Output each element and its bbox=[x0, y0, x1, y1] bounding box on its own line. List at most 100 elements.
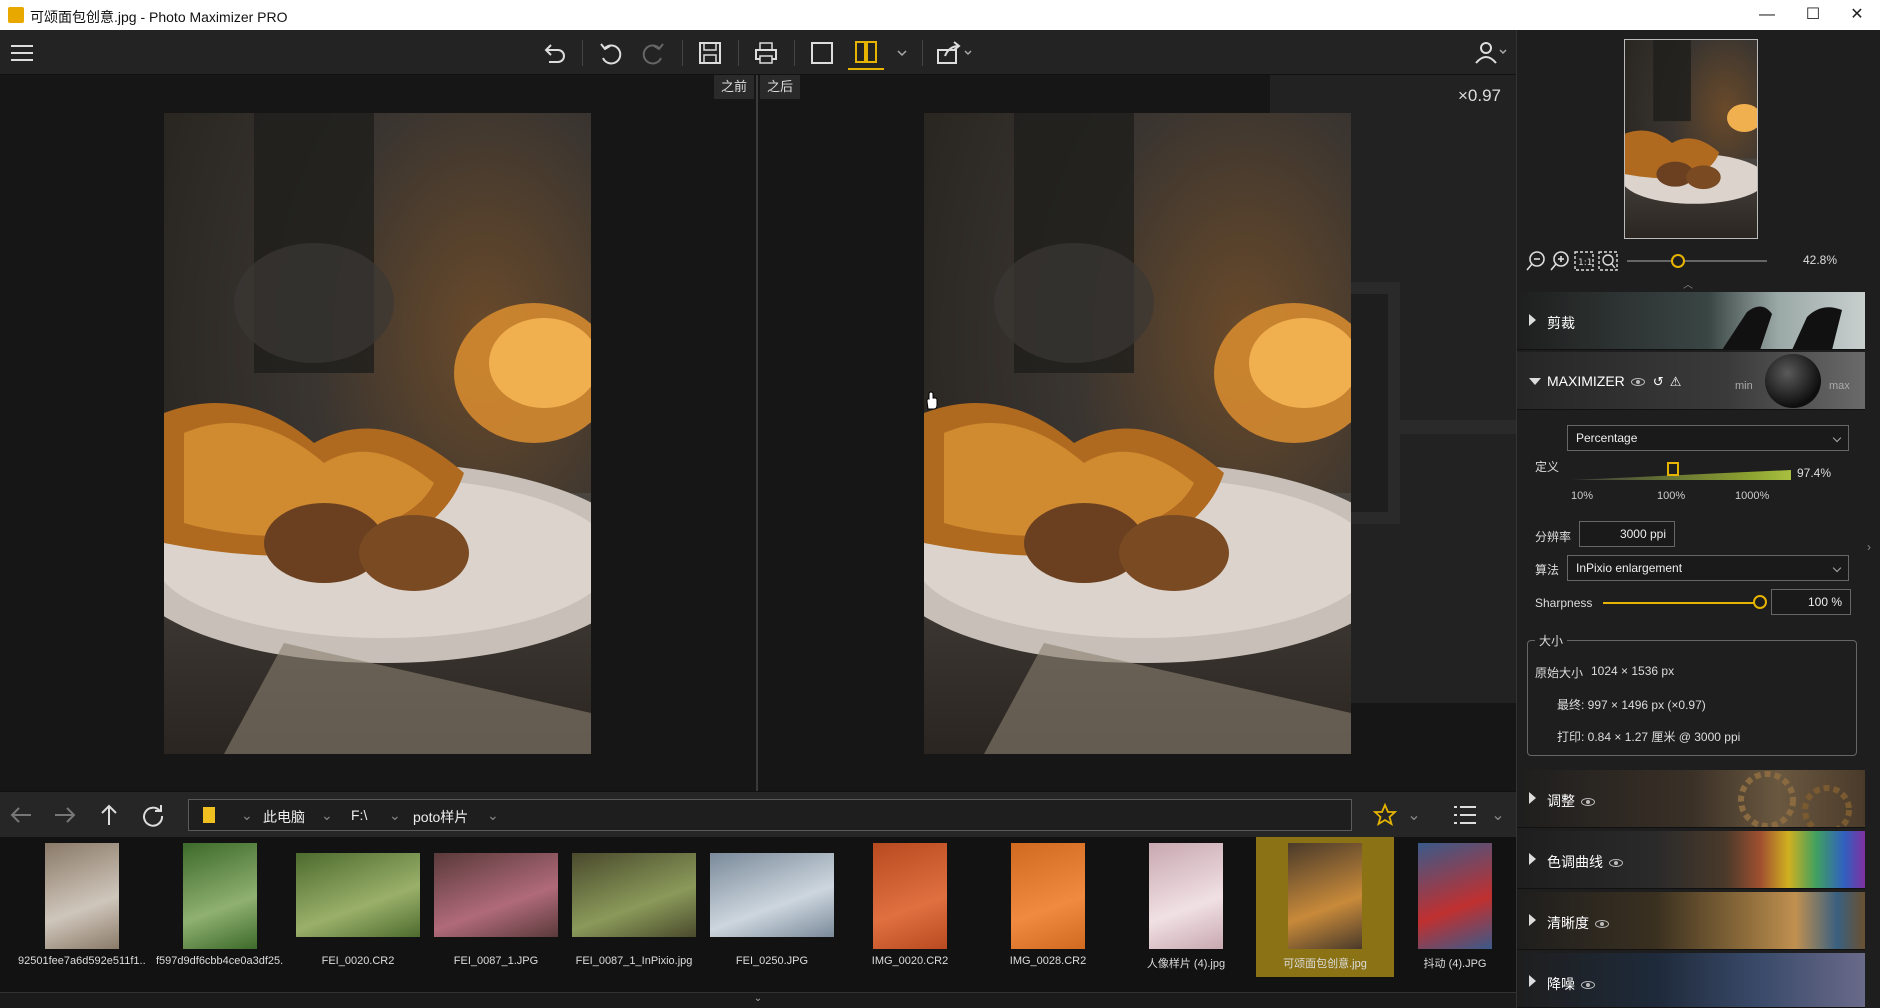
forward-arrow-icon[interactable] bbox=[50, 800, 80, 830]
section-tone-curve[interactable]: 色调曲线 bbox=[1517, 831, 1865, 889]
maximize-button[interactable]: ☐ bbox=[1790, 0, 1836, 30]
path-breadcrumb[interactable]: ⌄ 此电脑 ⌄ F:\ ⌄ poto样片 ⌄ bbox=[188, 799, 1352, 831]
thumbnail-item[interactable]: 人像样片 (4).jpg bbox=[1122, 837, 1250, 977]
knob-min-label: min bbox=[1735, 380, 1753, 392]
thumbnail-label: FEI_0020.CR2 bbox=[321, 955, 395, 967]
thumbnail-item[interactable]: FEI_0087_1.JPG bbox=[432, 837, 560, 977]
algorithm-select[interactable]: InPixio enlargement bbox=[1567, 555, 1849, 581]
list-view-icon[interactable] bbox=[1450, 800, 1480, 830]
print-size: 打印: 0.84 × 1.27 厘米 @ 3000 ppi bbox=[1557, 730, 1741, 744]
navigator-preview[interactable] bbox=[1624, 39, 1758, 239]
image-viewer[interactable] bbox=[0, 75, 1516, 791]
after-label: 之后 bbox=[760, 75, 800, 99]
view-options-chevron-down-icon[interactable]: ⌄ bbox=[1488, 800, 1508, 830]
reset-icon[interactable]: ↺ bbox=[1653, 374, 1664, 389]
collapse-navigator-icon[interactable]: ︿ bbox=[1683, 276, 1693, 291]
collapse-strip-handle[interactable]: ⌄ bbox=[0, 992, 1516, 1008]
thumbnail-item[interactable]: IMG_0028.CR2 bbox=[984, 837, 1112, 977]
section-adjust[interactable]: 调整 bbox=[1517, 770, 1865, 828]
thumbnail-image bbox=[572, 853, 696, 937]
tick-1000-label: 1000% bbox=[1735, 490, 1770, 502]
zoom-slider-thumb[interactable] bbox=[1671, 254, 1685, 268]
original-size-value: 1024 × 1536 px bbox=[1591, 664, 1675, 678]
clarity-eye-icon[interactable] bbox=[1595, 920, 1609, 929]
fit-to-window-icon[interactable] bbox=[1597, 250, 1619, 277]
breadcrumb-computer[interactable]: 此电脑 bbox=[263, 807, 305, 827]
section-denoise[interactable]: 降噪 bbox=[1517, 953, 1865, 1008]
denoise-eye-icon[interactable] bbox=[1581, 981, 1595, 990]
warning-icon[interactable]: ⚠ bbox=[1670, 374, 1682, 389]
tick-10-label: 10% bbox=[1571, 490, 1594, 502]
minimize-button[interactable]: — bbox=[1744, 0, 1790, 30]
definition-value: 97.4% bbox=[1797, 466, 1832, 480]
resolution-input[interactable]: 3000 ppi bbox=[1579, 521, 1675, 547]
collapse-panel-icon[interactable]: › bbox=[1867, 540, 1871, 554]
thumbnail-item[interactable]: FEI_0250.JPG bbox=[708, 837, 836, 977]
thumbnail-label: f597d9df6cbb4ce0a3df25... bbox=[156, 955, 284, 967]
curves-eye-icon[interactable] bbox=[1609, 859, 1623, 868]
thumbnail-image bbox=[1288, 843, 1362, 949]
tick-100-label: 100% bbox=[1657, 490, 1686, 502]
section-maximizer[interactable]: MAXIMIZER ↺ ⚠ min max bbox=[1517, 352, 1865, 410]
redo-icon[interactable] bbox=[636, 36, 672, 70]
favorite-star-icon[interactable] bbox=[1370, 800, 1400, 830]
section-crop[interactable]: 剪裁 bbox=[1517, 292, 1865, 350]
thumbnail-label: 人像样片 (4).jpg bbox=[1146, 958, 1226, 970]
hamburger-menu-icon[interactable] bbox=[4, 36, 40, 70]
save-icon[interactable] bbox=[692, 36, 728, 70]
mode-select[interactable]: Percentage bbox=[1567, 425, 1849, 451]
thumbnail-image bbox=[434, 853, 558, 937]
visibility-eye-icon[interactable] bbox=[1630, 378, 1645, 387]
thumbnail-item[interactable]: FEI_0087_1_InPixio.jpg bbox=[570, 837, 698, 977]
zoom-slider-track[interactable] bbox=[1627, 260, 1767, 262]
knob-max-label: max bbox=[1829, 380, 1850, 392]
original-size-label: 原始大小 bbox=[1535, 666, 1584, 680]
maximizer-knob[interactable] bbox=[1765, 354, 1821, 408]
thumbnail-item[interactable]: f597d9df6cbb4ce0a3df25... bbox=[156, 837, 284, 977]
before-photo bbox=[164, 113, 591, 754]
single-view-icon[interactable] bbox=[804, 36, 840, 70]
favorite-chevron-down-icon[interactable]: ⌄ bbox=[1404, 800, 1424, 830]
print-icon[interactable] bbox=[748, 36, 784, 70]
back-arrow-icon[interactable] bbox=[6, 800, 36, 830]
section-clarity[interactable]: 清晰度 bbox=[1517, 892, 1865, 950]
definition-slider-track[interactable] bbox=[1571, 470, 1791, 480]
user-account-icon[interactable] bbox=[1470, 36, 1510, 68]
sharpness-slider-track[interactable] bbox=[1603, 602, 1763, 604]
share-icon[interactable] bbox=[934, 36, 976, 70]
svg-text:1:1: 1:1 bbox=[1578, 258, 1592, 268]
undo-icon[interactable] bbox=[592, 36, 628, 70]
definition-slider-thumb[interactable] bbox=[1667, 462, 1679, 476]
sharpness-slider-thumb[interactable] bbox=[1753, 595, 1767, 609]
thumbnail-label: 抖动 (4).JPG bbox=[1423, 958, 1487, 970]
thumbnail-image bbox=[183, 843, 257, 949]
algorithm-label: 算法 bbox=[1535, 563, 1560, 577]
refresh-icon[interactable] bbox=[138, 800, 168, 830]
thumbnail-item[interactable]: IMG_0020.CR2 bbox=[846, 837, 974, 977]
actual-size-icon[interactable]: 1:1 bbox=[1573, 250, 1595, 277]
thumbnail-label: FEI_0250.JPG bbox=[735, 955, 809, 967]
breadcrumb-folder[interactable]: poto样片 bbox=[413, 807, 468, 827]
sharpness-input[interactable]: 100 % bbox=[1771, 589, 1851, 615]
view-mode-chevron-down-icon[interactable] bbox=[884, 36, 920, 70]
undo-all-icon[interactable] bbox=[536, 36, 572, 70]
thumbnail-item[interactable]: 可颂面包创意.jpg bbox=[1256, 837, 1394, 977]
thumbnail-image bbox=[710, 853, 834, 937]
zoom-out-icon[interactable] bbox=[1525, 250, 1547, 277]
app-logo-icon bbox=[8, 7, 24, 23]
thumbnail-label: 可颂面包创意.jpg bbox=[1283, 958, 1367, 970]
zoom-in-icon[interactable] bbox=[1549, 250, 1571, 277]
thumbnail-image bbox=[1418, 843, 1492, 949]
adjust-eye-icon[interactable] bbox=[1581, 798, 1595, 807]
thumbnail-item[interactable]: 抖动 (4).JPG bbox=[1394, 837, 1516, 977]
up-folder-icon[interactable] bbox=[94, 800, 124, 830]
close-button[interactable]: ✕ bbox=[1834, 0, 1880, 30]
thumbnail-label: FEI_0087_1.JPG bbox=[453, 955, 539, 967]
split-divider[interactable] bbox=[756, 75, 758, 791]
thumbnail-item[interactable]: 92501fee7a6d592e511f1... bbox=[18, 837, 146, 977]
thumbnail-item[interactable]: FEI_0020.CR2 bbox=[294, 837, 422, 977]
breadcrumb-drive[interactable]: F:\ bbox=[351, 807, 367, 823]
final-size: 最终: 997 × 1496 px (×0.97) bbox=[1557, 698, 1706, 712]
split-view-icon[interactable] bbox=[848, 36, 884, 70]
thumbnail-image bbox=[1149, 843, 1223, 949]
